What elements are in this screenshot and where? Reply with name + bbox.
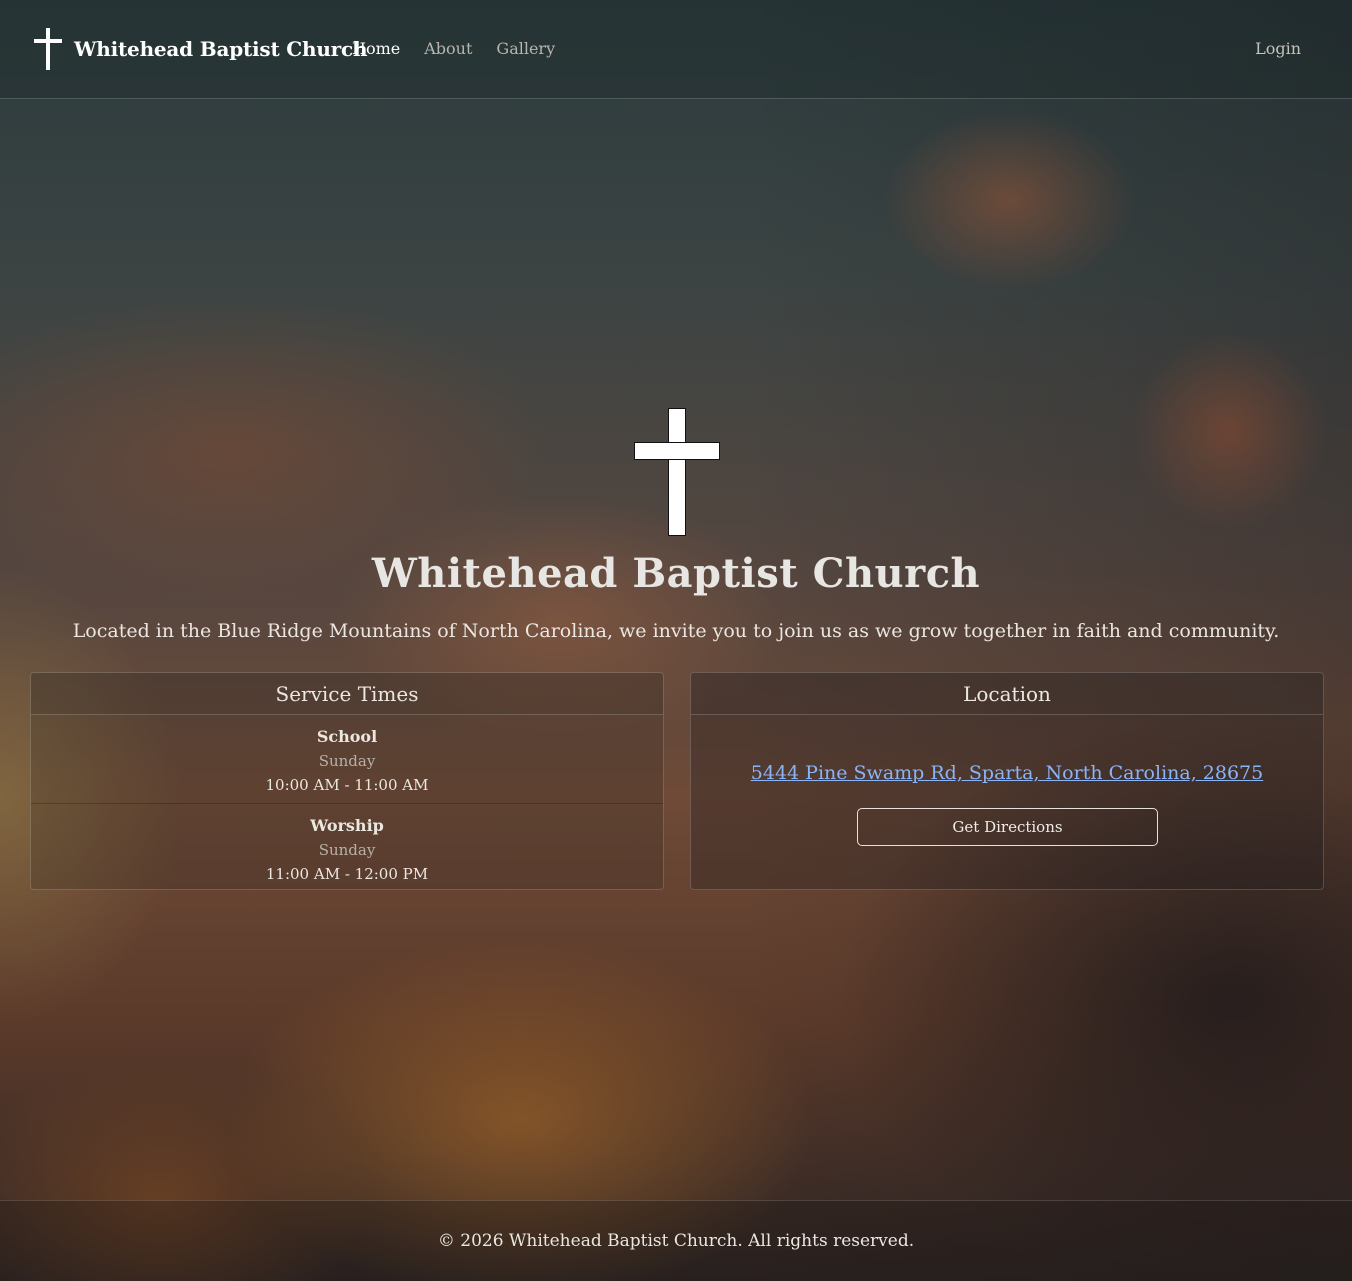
nav-gallery[interactable]: Gallery [496, 39, 555, 58]
brand-title: Whitehead Baptist Church [74, 37, 368, 61]
service-item: Worship Sunday 11:00 AM - 12:00 PM [31, 803, 663, 889]
service-name: School [316, 727, 378, 746]
service-times-header: Service Times [31, 673, 663, 715]
service-times-card: Service Times School Sunday 10:00 AM - 1… [30, 672, 664, 890]
login-link[interactable]: Login [1255, 39, 1301, 58]
service-name: Worship [310, 816, 384, 835]
footer: © 2026 Whitehead Baptist Church. All rig… [0, 1200, 1352, 1281]
hero-title: Whitehead Baptist Church [371, 550, 981, 597]
location-header: Location [691, 673, 1323, 715]
service-time: 10:00 AM - 11:00 AM [265, 776, 429, 794]
navbar: Whitehead Baptist Church Home About Gall… [0, 0, 1352, 99]
address-link[interactable]: 5444 Pine Swamp Rd, Sparta, North Caroli… [691, 762, 1323, 784]
get-directions-button[interactable]: Get Directions [857, 808, 1158, 846]
location-card: Location 5444 Pine Swamp Rd, Sparta, Nor… [690, 672, 1324, 890]
nav-about[interactable]: About [424, 39, 472, 58]
service-time: 11:00 AM - 12:00 PM [265, 865, 429, 883]
cross-icon [34, 28, 62, 70]
nav-links: Home About Gallery [352, 39, 555, 58]
service-item: School Sunday 10:00 AM - 11:00 AM [31, 715, 663, 803]
footer-text: © 2026 Whitehead Baptist Church. All rig… [437, 1231, 915, 1251]
service-day: Sunday [318, 841, 376, 859]
brand-link[interactable]: Whitehead Baptist Church [34, 28, 368, 70]
cross-icon [634, 408, 720, 536]
nav-home[interactable]: Home [352, 39, 400, 58]
service-day: Sunday [318, 752, 376, 770]
hero-subtitle: Located in the Blue Ridge Mountains of N… [72, 620, 1280, 642]
